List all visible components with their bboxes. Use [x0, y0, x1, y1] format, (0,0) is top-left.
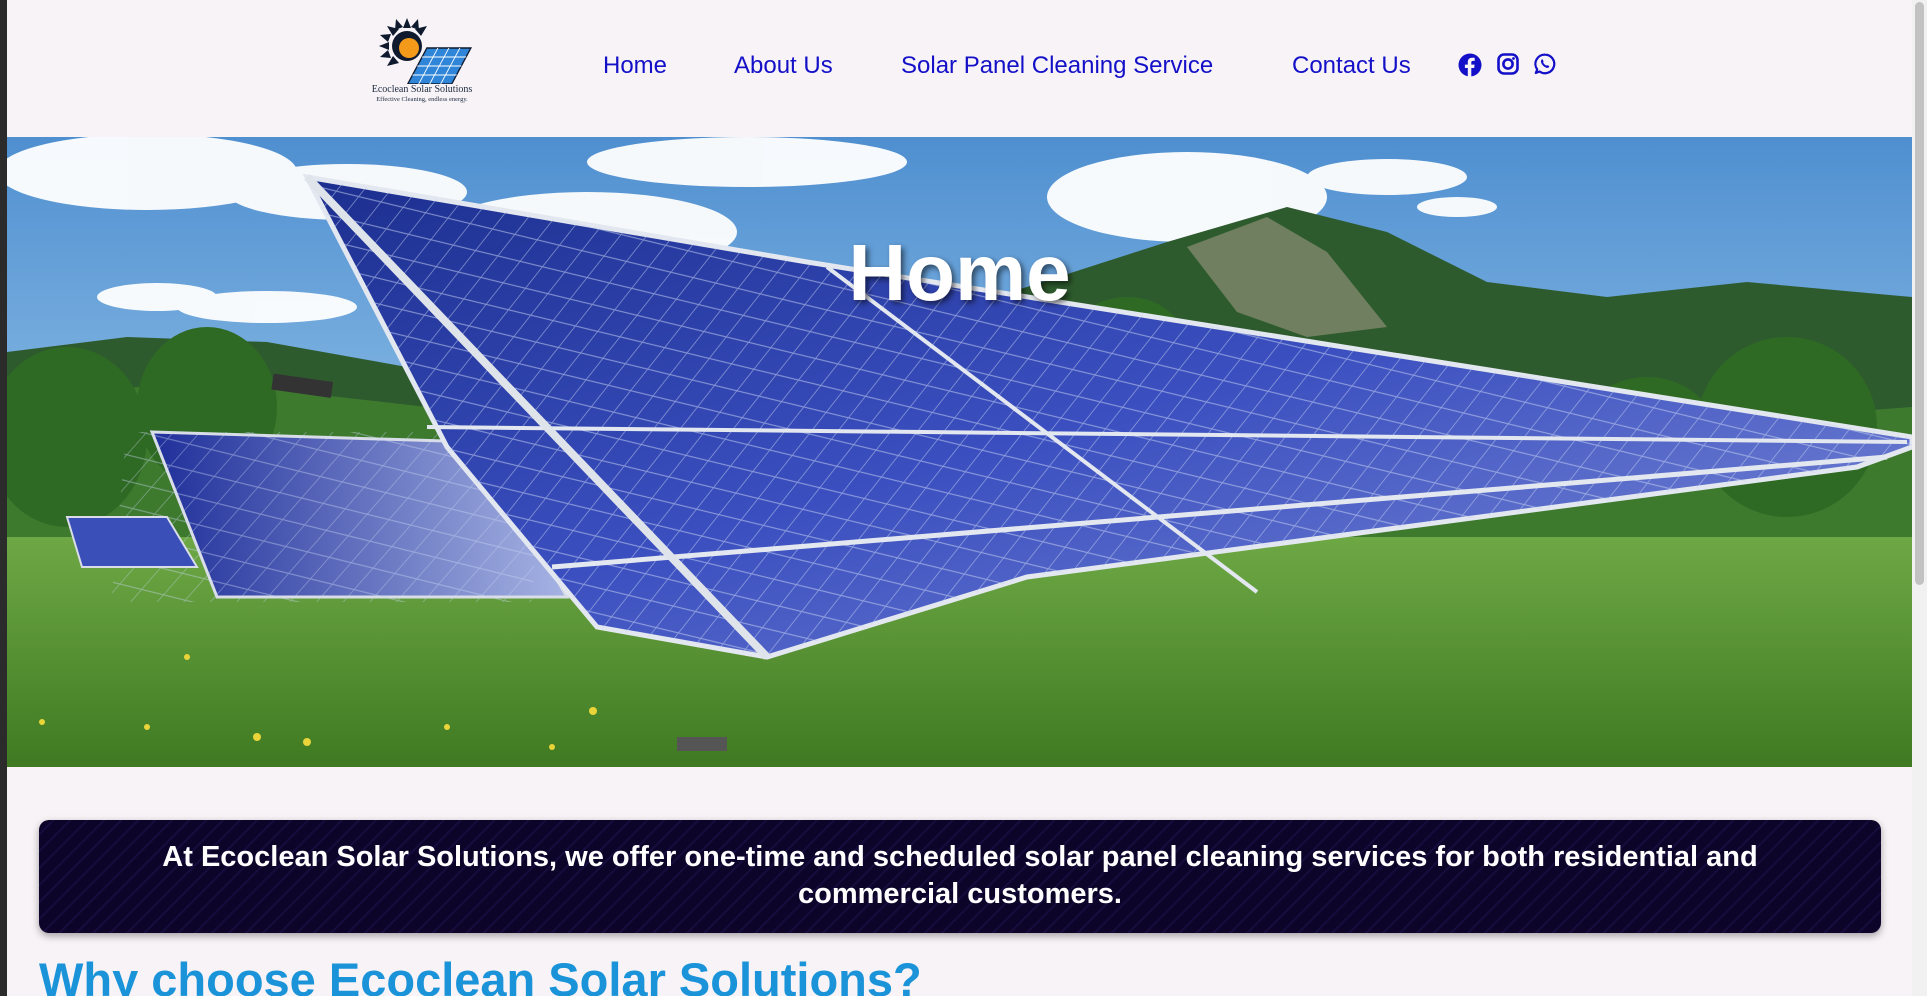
nav-home[interactable]: Home [603, 52, 667, 80]
brand-name: Ecoclean Solar Solutions [371, 84, 473, 95]
intro-banner: At Ecoclean Solar Solutions, we offer on… [39, 820, 1881, 933]
nav-about-us[interactable]: About Us [734, 52, 833, 80]
site-header: Ecoclean Solar Solutions Effective Clean… [7, 0, 1912, 137]
intro-text: At Ecoclean Solar Solutions, we offer on… [162, 841, 1758, 910]
hero-title: Home [848, 228, 1071, 317]
whatsapp-icon[interactable] [1534, 53, 1556, 75]
site-logo[interactable]: Ecoclean Solar Solutions Effective Clean… [362, 14, 482, 106]
nav-contact-us[interactable]: Contact Us [1292, 52, 1411, 80]
brand-tagline: Effective Cleaning, endless energy. [376, 96, 468, 103]
web-page: Ecoclean Solar Solutions Effective Clean… [7, 0, 1912, 996]
instagram-icon[interactable] [1497, 53, 1519, 75]
sun-solar-panel-logo-icon [379, 18, 473, 85]
facebook-icon[interactable] [1458, 53, 1482, 77]
page-scrollbar[interactable] [1912, 0, 1927, 996]
hero-section: Home [7, 137, 1912, 767]
section-title: Why choose Ecoclean Solar Solutions? [39, 953, 922, 996]
nav-solar-panel-cleaning-service[interactable]: Solar Panel Cleaning Service [901, 52, 1213, 80]
scrollbar-thumb[interactable] [1915, 2, 1924, 585]
